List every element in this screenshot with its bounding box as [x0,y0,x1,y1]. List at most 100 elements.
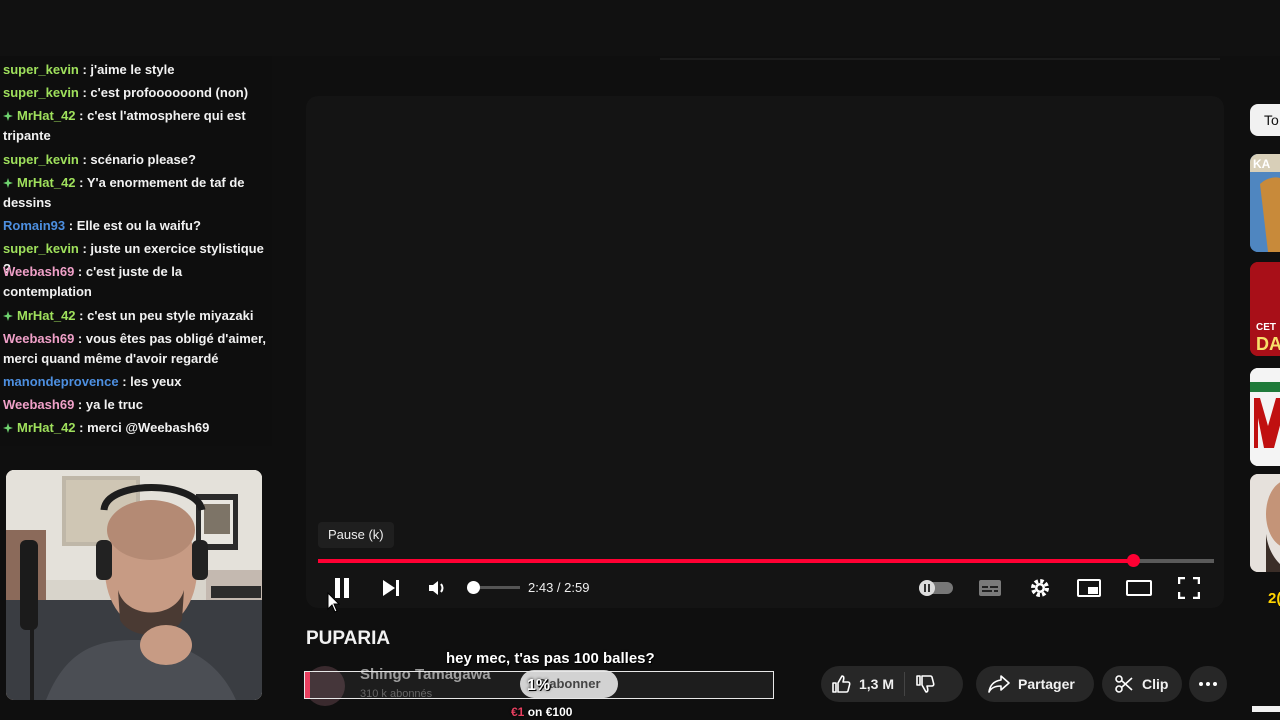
chat-message: super_kevin : c'est profoooooond (non) [3,83,271,103]
chat-message: MrHat_42 : c'est l'atmosphere qui est tr… [3,106,271,146]
thumbs-down-icon [916,675,935,693]
donation-amount: €1 on €100 [511,705,572,719]
chat-text: : les yeux [118,374,182,389]
thumbnail-text: DA [1256,334,1280,354]
recommended-thumbnail-3[interactable] [1250,368,1280,466]
clip-button[interactable]: Clip [1102,666,1182,702]
thumbnail-image: CET DA [1250,262,1280,356]
webcam-image [6,470,262,700]
next-button[interactable] [377,574,405,602]
subscriber-badge-icon [3,178,13,188]
chat-username[interactable]: manondeprovence [3,374,119,389]
share-label: Partager [1018,676,1075,692]
chat-username[interactable]: super_kevin [3,241,79,256]
next-icon [383,580,399,596]
fullscreen-button[interactable] [1175,574,1203,602]
more-actions-button[interactable] [1189,666,1227,702]
more-horizontal-icon [1199,682,1217,686]
theater-icon [1126,580,1152,596]
autoplay-icon [919,580,953,596]
chat-message: super_kevin : scénario please? [3,150,271,170]
volume-icon [429,581,444,595]
video-player[interactable] [306,96,1224,608]
autoplay-toggle[interactable] [918,574,954,602]
thumbs-up-icon [832,675,851,693]
chat-text: : ya le truc [74,397,143,412]
gear-icon [1031,579,1049,597]
thumbnail-image: KA [1250,154,1280,252]
donation-current: €1 [511,705,525,719]
like-button[interactable]: 1,3 M [821,674,894,694]
chat-text: : scénario please? [78,152,196,167]
subscriber-badge-icon [3,311,13,321]
mouse-cursor-icon [327,592,341,613]
like-dislike-group: 1,3 M [821,666,963,702]
progress-fill [318,559,1134,563]
donation-percent: 1% [527,677,551,694]
divider [660,58,1220,60]
donation-goal-fill [305,672,310,698]
pause-tooltip: Pause (k) [318,522,394,548]
chat-text: : merci @Weebash69 [75,420,210,435]
chat-username[interactable]: Weebash69 [3,331,74,346]
top-bar [0,0,1280,56]
chat-username[interactable]: Weebash69 [3,397,74,412]
chat-message: Weebash69 : ya le truc [3,395,271,415]
fullscreen-icon [1178,577,1200,599]
sidebar-fragment [1252,706,1280,712]
thumbnail-number: 2( [1268,590,1280,607]
chat-username[interactable]: MrHat_42 [17,308,76,323]
chat-text: : c'est profoooooond (non) [78,85,249,100]
like-count: 1,3 M [859,676,895,692]
recommended-thumbnail-1[interactable]: KA [1250,154,1280,252]
settings-button[interactable] [1026,574,1054,602]
chat-message: Romain93 : Elle est ou la waifu? [3,216,271,236]
stream-chat: super_kevin : j'aime le style super_kevin… [0,56,272,446]
thumbnail-text: CET [1256,322,1276,333]
chat-message: Weebash69 : vous êtes pas obligé d'aimer… [3,329,271,369]
subtitles-button[interactable] [976,574,1004,602]
video-title: PUPARIA [306,628,391,649]
chat-username[interactable]: Romain93 [3,218,65,233]
share-button[interactable]: Partager [976,666,1094,702]
recommended-thumbnail-2[interactable]: CET DA [1250,262,1280,356]
donation-message: hey mec, t'as pas 100 balles? [446,650,655,667]
chat-text: : Elle est ou la waifu? [65,218,201,233]
subscriber-badge-icon [3,423,13,433]
recommended-thumbnail-4[interactable] [1250,474,1280,572]
donation-on: on [527,705,543,719]
chat-username[interactable]: super_kevin [3,85,79,100]
chat-text: : j'aime le style [78,62,175,77]
progress-bar[interactable] [318,554,1214,567]
chat-message: super_kevin : j'aime le style [3,60,271,80]
miniplayer-button[interactable] [1075,574,1103,602]
donation-goal: €100 [545,705,573,719]
chat-message: manondeprovence : les yeux [3,372,271,392]
dislike-button[interactable] [915,674,935,694]
mute-button[interactable] [423,574,451,602]
filter-chip[interactable]: To [1250,104,1280,136]
chat-username[interactable]: super_kevin [3,62,79,77]
clip-label: Clip [1142,676,1169,692]
like-separator [904,672,906,696]
chat-username[interactable]: MrHat_42 [17,420,76,435]
chat-message: MrHat_42 : merci @Weebash69 [3,418,271,438]
subscriber-badge-icon [3,111,13,121]
thumbnail-image [1250,368,1280,466]
time-display: 2:43 / 2:59 [528,580,590,595]
chat-message: MrHat_42 : c'est un peu style miyazaki [3,306,271,326]
volume-knob[interactable] [467,581,480,594]
chat-username[interactable]: MrHat_42 [17,108,76,123]
share-icon [988,675,1010,693]
chat-username[interactable]: MrHat_42 [17,175,76,190]
chat-username[interactable]: super_kevin [3,152,79,167]
theater-mode-button[interactable] [1125,574,1153,602]
webcam-overlay [6,470,262,700]
chat-message: MrHat_42 : Y'a enormement de taf de dess… [3,173,271,213]
scissors-icon [1115,675,1133,693]
miniplayer-icon [1077,579,1101,597]
chat-username[interactable]: Weebash69 [3,264,74,279]
subtitles-icon [979,580,1001,596]
thumbnail-image [1250,474,1280,572]
chat-message: Weebash69 : c'est juste de la contemplat… [3,262,271,302]
